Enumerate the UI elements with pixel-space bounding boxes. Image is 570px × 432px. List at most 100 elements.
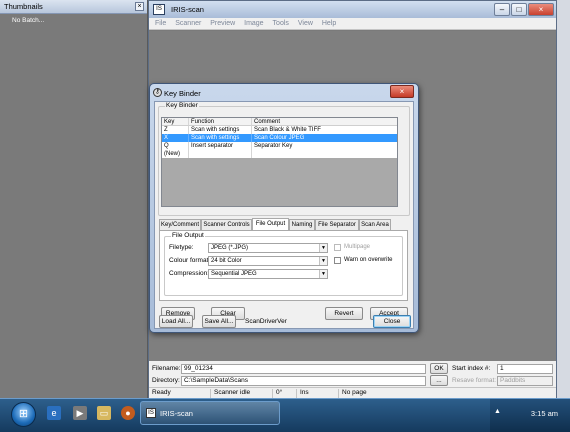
taskbar-app-button[interactable]: IS IRIS-scan [140, 401, 280, 425]
start-button[interactable]: ⊞ [11, 402, 36, 427]
cell-key: X [162, 134, 189, 142]
cell-comment [252, 150, 397, 158]
tab-scan-area[interactable]: Scan Area [359, 219, 391, 230]
close-button[interactable]: Close [373, 315, 411, 328]
internet-explorer-icon[interactable]: e [47, 406, 61, 420]
colour-format-value: 24 bit Color [211, 258, 242, 264]
cell-key: (New) [162, 150, 189, 158]
table-header-row: Key Function Comment [162, 118, 397, 126]
cell-function: Scan with settings [189, 134, 252, 142]
cell-comment: Scan Colour JPEG [254, 135, 305, 141]
menu-bar: File Scanner Preview Image Tools View He… [149, 18, 556, 30]
compression-value: Sequential JPEG [211, 271, 257, 277]
start-index-label: Start index #: [452, 365, 491, 372]
menu-help[interactable]: Help [322, 18, 336, 29]
menu-image[interactable]: Image [244, 18, 263, 29]
firefox-icon[interactable]: ● [121, 406, 135, 420]
file-output-group-label: File Output [171, 232, 205, 239]
header-comment[interactable]: Comment [252, 118, 397, 126]
warn-overwrite-checkbox[interactable] [334, 257, 341, 264]
menu-tools[interactable]: Tools [273, 18, 289, 29]
status-mode: Ins [297, 389, 339, 398]
scan-driver-version: ScanDriverVer [245, 318, 287, 325]
browse-button[interactable]: ... [430, 375, 448, 386]
clock[interactable]: 3:15 am [531, 409, 558, 418]
menu-preview[interactable]: Preview [210, 18, 235, 29]
file-output-panel: File Output Filetype: JPEG (*.JPG) ▼ Mul… [159, 230, 408, 301]
save-all-button[interactable]: Save All... [202, 315, 236, 328]
cell-function: Scan with settings [189, 126, 252, 134]
header-function[interactable]: Function [189, 118, 252, 126]
tab-scanner-controls[interactable]: Scanner Controls [201, 219, 252, 230]
tab-file-output[interactable]: File Output [252, 218, 289, 230]
filename-input[interactable]: 99_01234 [181, 364, 426, 374]
menu-view[interactable]: View [298, 18, 313, 29]
header-key[interactable]: Key [162, 118, 189, 126]
cell-function [189, 150, 252, 158]
key-binding-table[interactable]: Key Function Comment Z Scan with setting… [161, 117, 398, 207]
tab-naming[interactable]: Naming [289, 219, 315, 230]
table-row-selected[interactable]: X Scan with settings Scan Colour JPEG [162, 134, 397, 142]
chevron-down-icon: ▼ [319, 257, 327, 265]
key-binder-group-label: Key Binder [165, 102, 199, 109]
filetype-label: Filetype: [169, 244, 194, 251]
cell-key: Q [162, 142, 189, 150]
folder-icon[interactable]: ▭ [97, 406, 111, 420]
directory-label: Directory: [152, 377, 180, 384]
maximize-button[interactable]: □ [511, 3, 527, 16]
chevron-down-icon: ▼ [319, 244, 327, 252]
filename-label: Filename: [152, 365, 181, 372]
key-binding-rows: Key Function Comment Z Scan with setting… [162, 118, 397, 158]
thumbnails-title-bar: Thumbnails × [0, 0, 147, 14]
media-player-icon[interactable]: ▶ [73, 406, 87, 420]
directory-input[interactable]: C:\SampleData\Scans [181, 376, 426, 386]
table-row[interactable]: Z Scan with settings Scan Black & White … [162, 126, 397, 134]
tab-key-comment[interactable]: Key/Comment [159, 219, 201, 230]
filetype-value: JPEG (*.JPG) [211, 245, 249, 251]
ok-button[interactable]: OK [430, 363, 448, 374]
cell-key: Z [162, 126, 189, 134]
thumbnails-close-button[interactable]: × [135, 2, 144, 11]
filetype-select[interactable]: JPEG (*.JPG) ▼ [208, 243, 328, 253]
window-close-button[interactable]: × [528, 3, 554, 16]
status-scanner: Scanner idle [211, 389, 273, 398]
status-bar: Ready Scanner idle 0° Ins No page [149, 387, 556, 398]
dialog-close-button[interactable]: × [390, 85, 414, 98]
taskbar: ⊞ e ▶ ▭ ● IS IRIS-scan ▲ 3:15 am [0, 398, 570, 432]
app-icon: IS [153, 4, 165, 15]
table-row-new[interactable]: (New) [162, 150, 397, 158]
tab-file-separator[interactable]: File Separator [315, 219, 359, 230]
app-icon: IS [146, 408, 156, 418]
start-index-input[interactable]: 1 [497, 364, 553, 374]
dialog-body: Key Binder Key Function Comment Z Scan w… [154, 101, 414, 329]
compression-label: Compression: [169, 270, 210, 277]
resave-format-select[interactable]: Paddbits [497, 376, 553, 386]
minimize-button[interactable]: – [494, 3, 510, 16]
app-title: IRIS-scan [171, 5, 204, 14]
menu-file[interactable]: File [155, 18, 166, 29]
no-batch-text: No Batch... [12, 17, 45, 24]
key-binder-dialog: ⚷ Key Binder × Key Binder Key Function C… [149, 83, 419, 333]
cell-function: Insert separator [189, 142, 252, 150]
cell-comment: Separator Key [254, 143, 293, 149]
chevron-up-icon[interactable]: ▲ [494, 408, 503, 418]
load-all-button[interactable]: Load All... [159, 315, 193, 328]
table-row[interactable]: Q Insert separator Separator Key [162, 142, 397, 150]
status-page: No page [342, 389, 367, 396]
system-tray: ▲ 3:15 am [490, 399, 570, 432]
status-rotation: 0° [273, 389, 297, 398]
thumbnails-pane: Thumbnails × No Batch... [0, 0, 148, 398]
taskbar-app-label: IRIS-scan [160, 409, 193, 418]
status-state: Ready [149, 389, 211, 398]
cell-comment: Scan Black & White TIFF [254, 127, 321, 133]
menu-scanner[interactable]: Scanner [175, 18, 201, 29]
colour-format-select[interactable]: 24 bit Color ▼ [208, 256, 328, 266]
multipage-checkbox[interactable] [334, 244, 341, 251]
key-icon: ⚷ [153, 88, 162, 97]
dialog-title: Key Binder [164, 89, 201, 98]
resave-format-label: Resave format: [452, 377, 497, 384]
multipage-label: Multipage [344, 244, 371, 250]
revert-button[interactable]: Revert [325, 307, 363, 320]
thumbnails-title: Thumbnails [4, 2, 43, 11]
compression-select[interactable]: Sequential JPEG ▼ [208, 269, 328, 279]
